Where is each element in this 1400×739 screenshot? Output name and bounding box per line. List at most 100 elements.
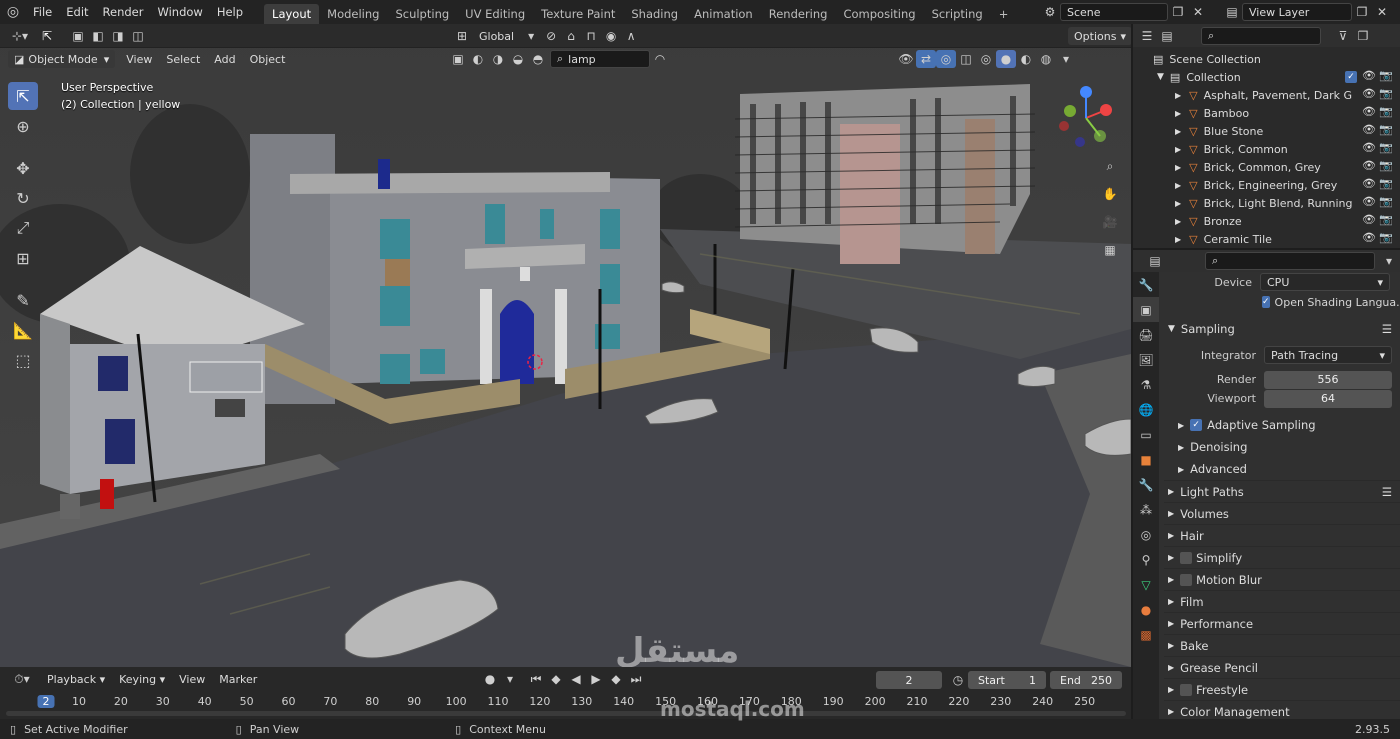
menu-help[interactable]: Help [210,5,250,19]
view-layer-tab-icon[interactable]: 🖼 [1133,347,1159,372]
options-button[interactable]: Options ▾ [1068,27,1131,45]
adaptive-sampling-checkbox[interactable]: ✓ [1190,419,1203,431]
select-invert-icon[interactable]: ◫ [128,27,148,45]
chevron-down-icon[interactable]: ▾ [1056,50,1076,68]
menu-select[interactable]: Select [159,53,207,66]
pan-hand-icon[interactable]: ✋ [1098,182,1122,206]
camera-icon[interactable]: 📷 [1379,213,1393,226]
viewport-scene[interactable] [0,24,1131,667]
filter-world-icon[interactable]: ◒ [508,50,528,68]
tab-scripting[interactable]: Scripting [924,4,991,24]
world-tab-icon[interactable]: 🌐 [1133,397,1159,422]
snap-icon[interactable]: ⌂ [561,27,581,45]
zoom-icon[interactable]: ⌕ [1098,154,1122,178]
chevron-right-icon[interactable]: ▶ [1175,199,1181,208]
data-tab-icon[interactable]: ▽ [1133,572,1159,597]
eye-icon[interactable]: 👁 [1362,195,1376,208]
integrator-dropdown[interactable]: Path Tracing ▾ [1264,346,1392,364]
display-mode-icon[interactable]: ▤ [1157,27,1177,45]
section-checkbox[interactable] [1180,683,1193,696]
adaptive-sampling-subpanel[interactable]: ▶ ✓ Adaptive Sampling [1164,414,1400,436]
blender-logo-icon[interactable]: ◎ [0,3,26,21]
section-bake[interactable]: ▶ Bake [1164,634,1400,656]
camera-icon[interactable]: 📷 [1379,141,1393,154]
collection-tab-icon[interactable]: ▭ [1133,422,1159,447]
eye-icon[interactable]: 👁 [1362,105,1376,118]
scale-tool-icon[interactable]: ⤢ [8,214,38,242]
scene-collection-row[interactable]: ▤ Scene Collection [1133,50,1400,68]
render-samples-field[interactable]: 556 [1264,370,1392,389]
properties-search-input[interactable]: ⌕ [1205,252,1375,270]
pivot-icon[interactable]: ⊘ [541,27,561,45]
tab-texture-paint[interactable]: Texture Paint [533,4,623,24]
render-tab-icon[interactable]: ▣ [1133,297,1159,322]
menu-file[interactable]: File [26,5,59,19]
chevron-right-icon[interactable]: ▶ [1175,109,1181,118]
scene-tab-icon[interactable]: ⚗ [1133,372,1159,397]
particles-tab-icon[interactable]: ⁂ [1133,497,1159,522]
filter-material-icon[interactable]: ◐ [468,50,488,68]
tab-modeling[interactable]: Modeling [319,4,387,24]
chevron-down-icon[interactable]: ▾ [521,27,541,45]
tab-compositing[interactable]: Compositing [835,4,923,24]
denoising-subpanel[interactable]: ▶ Denoising [1164,436,1400,458]
editor-type-icon[interactable]: ☰ [1137,27,1157,45]
delete-scene-icon[interactable]: ✕ [1188,3,1208,21]
gizmo-toggle-icon[interactable]: ⇄ [916,50,936,68]
outliner-item[interactable]: ▶ ▽ Bamboo 👁 📷 [1133,104,1400,122]
chevron-right-icon[interactable]: ▶ [1175,181,1181,190]
menu-object[interactable]: Object [243,53,293,66]
grid-icon[interactable]: ▦ [1098,238,1122,262]
orientation-icon[interactable]: ⊞ [452,27,472,45]
section-light-paths[interactable]: ▶ Light Paths ☰ [1164,480,1400,502]
xray-icon[interactable]: ◫ [956,50,976,68]
timeline-scrollbar[interactable] [6,711,1126,716]
editor-type-icon[interactable]: ▤ [1145,252,1165,270]
eye-icon[interactable]: 👁 [1362,69,1376,82]
outliner-item[interactable]: ▶ ▽ Ceramic Tile 👁 📷 [1133,230,1400,248]
section-film[interactable]: ▶ Film [1164,590,1400,612]
camera-icon[interactable]: 📷 [1379,123,1393,136]
add-cube-tool-icon[interactable]: ⬚ [8,346,38,374]
scene-field[interactable]: Scene [1060,3,1168,21]
new-scene-icon[interactable]: ❐ [1168,3,1188,21]
wireframe-shading-icon[interactable]: ◎ [976,50,996,68]
filter-mesh-icon[interactable]: ▣ [448,50,468,68]
annotate-tool-icon[interactable]: ✎ [8,286,38,314]
osl-row[interactable]: ✓ Open Shading Langua... [1164,292,1400,312]
chevron-right-icon[interactable]: ▶ [1175,127,1181,136]
chevron-right-icon[interactable]: ▶ [1175,235,1181,244]
section-grease-pencil[interactable]: ▶ Grease Pencil [1164,656,1400,678]
proportional-edit-icon[interactable]: ◉ [601,27,621,45]
list-menu-icon[interactable]: ☰ [1382,485,1392,499]
outliner-item[interactable]: ▶ ▽ Brick, Common 👁 📷 [1133,140,1400,158]
tab-shading[interactable]: Shading [623,4,686,24]
eye-icon[interactable]: 👁 [1362,213,1376,226]
filter-icon[interactable]: ⊽ [1333,27,1353,45]
section-motion-blur[interactable]: ▶ Motion Blur [1164,568,1400,590]
view-layer-icon[interactable]: ▤ [1222,3,1242,21]
outliner-item[interactable]: ▶ ▽ Blue Stone 👁 📷 [1133,122,1400,140]
output-tab-icon[interactable]: 🖨 [1133,322,1159,347]
transform-orientation[interactable]: Global [472,30,521,43]
add-workspace-icon[interactable]: + [991,4,1017,24]
section-performance[interactable]: ▶ Performance [1164,612,1400,634]
list-menu-icon[interactable]: ☰ [1382,322,1392,336]
tab-sculpting[interactable]: Sculpting [387,4,457,24]
cursor-tool-icon[interactable]: ⊕ [8,112,38,140]
material-tab-icon[interactable]: ● [1133,597,1159,622]
clear-search-icon[interactable]: ◠ [650,50,670,68]
chevron-down-icon[interactable]: ▼ [1157,72,1164,82]
section-checkbox[interactable] [1180,573,1193,586]
snap-target-icon[interactable]: ⊓ [581,27,601,45]
scene-icon[interactable]: ⚙ [1040,3,1060,21]
section-hair[interactable]: ▶ Hair [1164,524,1400,546]
camera-icon[interactable]: 🎥 [1098,210,1122,234]
3d-viewport[interactable]: ⊹▾ ⇱ ▣ ◧ ◨ ◫ ⊞ Global ▾ ⊘ ⌂ ⊓ ◉ ∧ Option… [0,24,1131,667]
eye-icon[interactable]: 👁 [1362,141,1376,154]
section-freestyle[interactable]: ▶ Freestyle [1164,678,1400,700]
eye-icon[interactable]: 👁 [1362,87,1376,100]
select-extend-icon[interactable]: ◧ [88,27,108,45]
camera-icon[interactable]: 📷 [1379,231,1393,244]
menu-edit[interactable]: Edit [59,5,95,19]
